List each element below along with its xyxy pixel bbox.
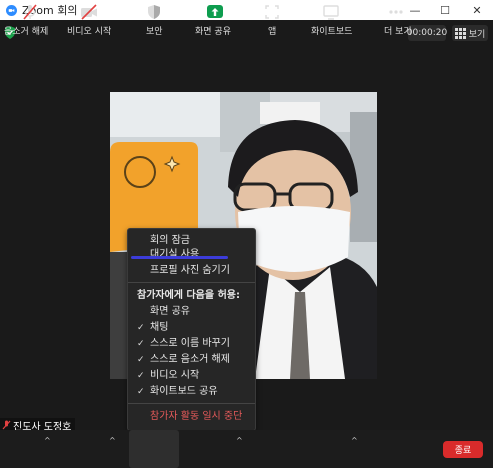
menu-item-enable-waiting-room[interactable]: 대기실 사용 (150, 248, 199, 262)
start-video-label: 비디오 시작 (67, 27, 112, 37)
close-button[interactable]: ✕ (462, 0, 492, 20)
view-button[interactable]: 보기 (452, 25, 488, 41)
whiteboard-button[interactable]: 화이트보드 (307, 0, 355, 38)
apps-button[interactable]: 앱 (254, 0, 290, 38)
view-button-label: 보기 (468, 29, 486, 40)
apps-label: 앱 (268, 27, 277, 37)
menu-divider (128, 282, 255, 283)
whiteboard-label: 화이트보드 (311, 27, 353, 37)
menu-item-suspend-participant-activities[interactable]: 참가자 활동 일시 중단 (150, 410, 242, 424)
annotation-underline (131, 256, 228, 259)
security-label: 보안 (146, 27, 163, 37)
grid-view-icon (454, 27, 466, 39)
more-label: 더 보기 (384, 27, 412, 37)
start-video-button[interactable]: 비디오 시작 (64, 0, 114, 38)
video-off-icon (81, 4, 97, 20)
unmute-button[interactable]: 음소거 해제 (2, 0, 58, 38)
share-options-chevron-icon[interactable]: ^ (236, 436, 243, 445)
end-meeting-button[interactable]: 종료 (443, 441, 483, 458)
meeting-toolbar (0, 430, 493, 468)
security-button-active-bg (129, 430, 179, 468)
security-button[interactable]: 보안 (129, 0, 179, 38)
menu-item-share-whiteboard[interactable]: 화이트보드 공유 (137, 385, 218, 399)
whiteboard-options-chevron-icon[interactable]: ^ (351, 436, 358, 445)
maximize-button[interactable]: ☐ (430, 0, 460, 20)
menu-item-unmute-themselves[interactable]: 스스로 음소거 해제 (137, 353, 230, 367)
menu-item-start-video[interactable]: 비디오 시작 (137, 369, 199, 383)
unmute-label: 음소거 해제 (4, 27, 49, 37)
menu-item-chat[interactable]: 채팅 (137, 321, 169, 335)
menu-item-share-screen[interactable]: 화면 공유 (150, 305, 190, 319)
shield-icon (148, 5, 160, 19)
menu-item-rename-themselves[interactable]: 스스로 이름 바꾸기 (137, 337, 230, 351)
audio-options-chevron-icon[interactable]: ^ (44, 436, 51, 445)
whiteboard-icon (323, 5, 339, 20)
share-screen-icon (207, 5, 223, 18)
share-screen-button[interactable]: 화면 공유 (190, 0, 240, 38)
share-screen-label: 화면 공유 (195, 27, 231, 37)
mic-muted-icon (23, 4, 37, 20)
mic-muted-icon (2, 420, 11, 430)
apps-icon (265, 5, 279, 19)
menu-item-hide-profile-pictures[interactable]: 프로필 사진 숨기기 (150, 264, 230, 278)
menu-item-lock-meeting[interactable]: 회의 잠금 (150, 234, 190, 248)
menu-divider (128, 403, 255, 404)
allow-participants-header: 참가자에게 다음을 허용: (137, 290, 240, 301)
more-button[interactable]: 더 보기 (372, 0, 420, 38)
more-dots-icon (389, 10, 403, 14)
video-options-chevron-icon[interactable]: ^ (109, 436, 116, 445)
